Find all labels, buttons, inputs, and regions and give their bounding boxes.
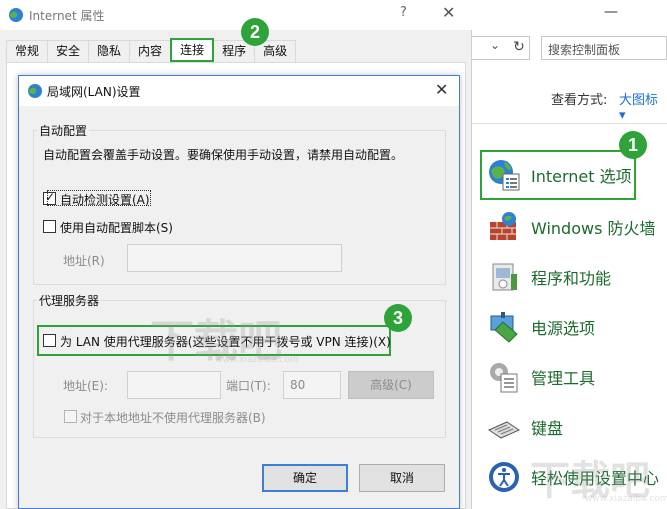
power-options-icon xyxy=(487,310,521,344)
bypass-local-label[interactable]: 对于本地地址不使用代理服务器(B) xyxy=(80,409,266,426)
tab-connections[interactable]: 连接 xyxy=(170,38,215,62)
highlight-box-1 xyxy=(480,150,636,200)
view-by-dropdown[interactable]: 大图标 ▾ xyxy=(619,89,667,123)
cancel-button[interactable]: 取消 xyxy=(359,464,445,492)
chevron-down-icon[interactable]: ⌄ xyxy=(490,38,500,52)
use-proxy-checkbox[interactable] xyxy=(43,334,56,347)
cp-item-admin-tools[interactable]: 管理工具 xyxy=(487,357,595,397)
cp-item-firewall[interactable]: Windows 防火墙 xyxy=(487,207,656,247)
cp-item-ease-of-access[interactable]: 轻松使用设置中心 xyxy=(487,457,659,497)
help-button[interactable]: ? xyxy=(400,5,407,20)
cp-item-label: 电源选项 xyxy=(531,319,596,338)
use-script-label[interactable]: 使用自动配置脚本(S) xyxy=(60,219,173,236)
cp-item-keyboard[interactable]: 键盘 xyxy=(487,407,563,447)
auto-detect-label[interactable]: 自动检测设置(A) xyxy=(60,191,150,208)
tab-security[interactable]: 安全 xyxy=(47,40,90,62)
cp-item-label: 管理工具 xyxy=(531,369,596,388)
cp-item-power[interactable]: 电源选项 xyxy=(487,307,595,347)
cp-item-label: 键盘 xyxy=(531,419,564,438)
close-icon[interactable]: ✕ xyxy=(435,80,448,99)
auto-config-description: 自动配置会覆盖手动设置。要确保使用手动设置，请禁用自动配置。 xyxy=(43,148,404,162)
proxy-address-input[interactable] xyxy=(127,371,221,399)
bypass-local-checkbox[interactable] xyxy=(64,410,77,423)
script-address-input[interactable] xyxy=(127,244,342,272)
firewall-icon xyxy=(487,210,521,244)
script-address-label: 地址(R) xyxy=(63,254,105,268)
cp-item-label: 程序和功能 xyxy=(531,269,612,288)
proxy-address-label: 地址(E): xyxy=(63,379,108,393)
tab-privacy[interactable]: 隐私 xyxy=(88,40,131,62)
cp-item-label: Windows 防火墙 xyxy=(531,219,656,238)
view-by-label: 查看方式: xyxy=(551,93,608,108)
advanced-button[interactable]: 高级(C) xyxy=(348,371,434,399)
step-badge-3: 3 xyxy=(384,304,412,332)
tab-content[interactable]: 内容 xyxy=(129,40,172,62)
programs-features-icon xyxy=(487,260,521,294)
proxy-group-label: 代理服务器 xyxy=(37,292,102,309)
ease-of-access-icon xyxy=(487,460,521,494)
search-input[interactable]: 搜索控制面板 xyxy=(541,36,667,60)
minimize-icon[interactable]: — xyxy=(604,4,618,20)
proxy-port-input[interactable]: 80 xyxy=(283,371,341,399)
dialog-title: 局域网(LAN)设置 xyxy=(47,85,141,99)
admin-tools-icon xyxy=(487,360,521,394)
keyboard-icon xyxy=(487,410,521,444)
step-badge-1: 1 xyxy=(619,131,647,159)
close-icon[interactable]: ✕ xyxy=(442,3,455,22)
cp-item-programs[interactable]: 程序和功能 xyxy=(487,257,611,297)
cp-item-label: 轻松使用设置中心 xyxy=(531,469,660,488)
use-proxy-label[interactable]: 为 LAN 使用代理服务器(这些设置不用于拨号或 VPN 连接)(X) xyxy=(60,333,391,350)
step-badge-2: 2 xyxy=(241,18,269,46)
ok-button[interactable]: 确定 xyxy=(262,464,348,492)
auto-config-group-label: 自动配置 xyxy=(37,122,90,139)
use-script-checkbox[interactable] xyxy=(43,220,56,233)
internet-options-icon xyxy=(8,7,24,23)
refresh-icon[interactable]: ↻ xyxy=(508,36,530,60)
divider xyxy=(470,123,667,124)
window-title: Internet 属性 xyxy=(29,9,105,23)
proxy-port-label: 端口(T): xyxy=(226,379,271,393)
tab-general[interactable]: 常规 xyxy=(6,40,49,62)
internet-options-icon xyxy=(27,83,43,99)
